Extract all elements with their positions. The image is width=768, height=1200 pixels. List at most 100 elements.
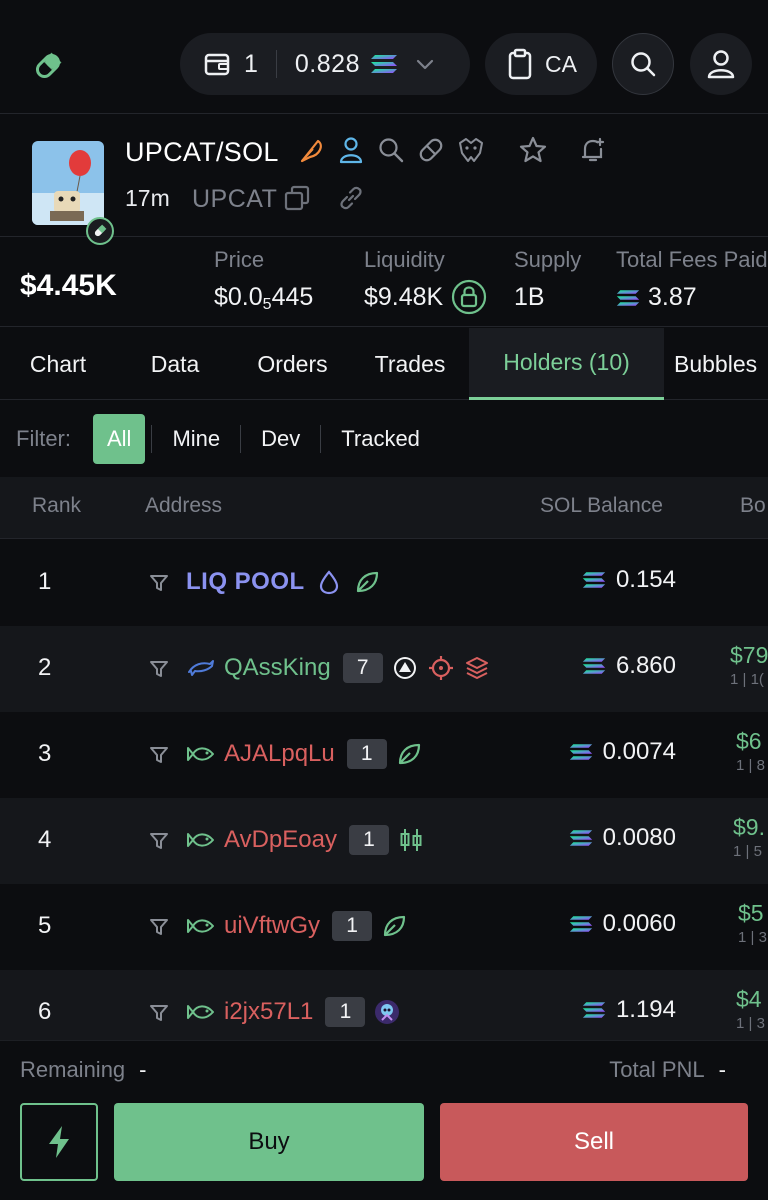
- search-icon[interactable]: [376, 135, 406, 165]
- crosshair-icon: [428, 656, 453, 680]
- bell-plus-icon[interactable]: [578, 135, 608, 165]
- price-stat: Price $0.05445: [214, 247, 313, 314]
- holder-address[interactable]: LIQ POOL: [186, 568, 305, 596]
- table-row[interactable]: 6 i2jx57L1 1 1.194 $4 1 | 3: [0, 970, 768, 1040]
- bought-value: $6: [736, 728, 762, 754]
- price-value: $0.05445: [214, 283, 313, 314]
- solana-icon: [582, 1002, 606, 1018]
- leaf-icon: [383, 915, 406, 937]
- table-row[interactable]: 5 uiVftwGy 1 0.0060 $5 1 | 3: [0, 884, 768, 970]
- tab-holders[interactable]: Holders (10): [469, 328, 664, 400]
- remaining-label: Remaining: [20, 1057, 126, 1082]
- tab-bar: Chart Data Orders Trades Holders (10) Bu…: [0, 328, 768, 400]
- remaining-stat: Remaining -: [20, 1057, 147, 1083]
- quick-buy-button[interactable]: [20, 1103, 98, 1181]
- holder-bought: $5 1 | 3: [738, 900, 767, 946]
- holders-table-body: 1 LIQ POOL 0.154 2 QAssKing 7 6.860 $79: [0, 540, 768, 1040]
- fees-value: 3.87: [648, 283, 697, 311]
- filter-mine[interactable]: Mine: [158, 414, 234, 464]
- copy-icon[interactable]: [282, 183, 312, 213]
- filter-label: Filter:: [16, 426, 71, 451]
- solana-icon: [616, 289, 640, 306]
- wallet-count-badge: 7: [342, 653, 383, 683]
- total-pnl-value: -: [718, 1057, 726, 1082]
- col-bought[interactable]: Bo: [740, 494, 766, 518]
- fish-icon: [187, 833, 214, 847]
- supply-label: Supply: [514, 247, 582, 272]
- tab-chart[interactable]: Chart: [0, 328, 116, 400]
- search-button[interactable]: [612, 33, 674, 95]
- sol-value: 6.860: [615, 652, 676, 679]
- holder-rank: 6: [38, 998, 52, 1025]
- star-icon[interactable]: [518, 135, 548, 165]
- table-row[interactable]: 3 AJALpqLu 1 0.0074 $6 1 | 8: [0, 712, 768, 798]
- copy-contract-address-button[interactable]: CA: [485, 33, 597, 95]
- holder-bought: $79 1 | 1(: [730, 642, 768, 688]
- water-drop-icon: [319, 570, 338, 595]
- token-action-icons: [296, 135, 608, 165]
- holder-bought: $4 1 | 3: [736, 986, 765, 1032]
- sol-value: 0.0060: [602, 910, 676, 937]
- profile-button[interactable]: [690, 33, 752, 95]
- holder-bought: $9. 1 | 5: [733, 814, 765, 860]
- eagle-icon[interactable]: [456, 135, 486, 165]
- tab-orders[interactable]: Orders: [234, 328, 351, 400]
- col-rank[interactable]: Rank: [32, 494, 81, 518]
- dev-user-icon[interactable]: [336, 135, 366, 165]
- pill-logo-icon[interactable]: [30, 48, 66, 84]
- feather-icon[interactable]: [296, 135, 326, 165]
- wallet-selector[interactable]: 1 0.828: [180, 33, 470, 95]
- holder-address[interactable]: AvDpEoay: [224, 826, 337, 854]
- table-row[interactable]: 1 LIQ POOL 0.154: [0, 540, 768, 626]
- bought-value: $5: [738, 900, 764, 926]
- liquidity-label: Liquidity: [364, 247, 445, 272]
- filter-icon[interactable]: [148, 916, 170, 938]
- link-icon[interactable]: [336, 183, 366, 213]
- tab-trades[interactable]: Trades: [351, 328, 469, 400]
- tab-data[interactable]: Data: [116, 328, 234, 400]
- solana-icon: [370, 55, 397, 73]
- table-row[interactable]: 4 AvDpEoay 1 0.0080 $9. 1 | 5: [0, 798, 768, 884]
- token-avatar[interactable]: [32, 141, 114, 245]
- layers-icon: [465, 657, 488, 679]
- user-icon: [707, 50, 735, 79]
- holder-address[interactable]: uiVftwGy: [224, 912, 320, 940]
- holder-rank: 4: [38, 826, 52, 853]
- filter-tracked[interactable]: Tracked: [327, 414, 434, 464]
- liquidity-value: $9.48K: [364, 282, 444, 311]
- filter-all[interactable]: All: [93, 414, 146, 464]
- buy-button[interactable]: Buy: [114, 1103, 424, 1181]
- fish-icon: [187, 919, 214, 933]
- wallet-count: 1: [244, 49, 258, 78]
- pill-icon[interactable]: [416, 135, 446, 165]
- bought-value: $9.: [733, 814, 765, 840]
- liquidity-stat: Liquidity $9.48K: [364, 247, 487, 315]
- col-address[interactable]: Address: [145, 494, 222, 518]
- filter-icon[interactable]: [148, 830, 170, 852]
- wallet-count-badge: 1: [346, 739, 387, 769]
- holder-address[interactable]: i2jx57L1: [224, 998, 313, 1026]
- wallet-count-badge: 1: [348, 825, 389, 855]
- filter-dev[interactable]: Dev: [247, 414, 314, 464]
- tab-bubbles[interactable]: Bubbles: [664, 328, 768, 400]
- holder-address[interactable]: QAssKing: [224, 654, 331, 682]
- dolphin-icon: [188, 660, 214, 676]
- bought-txns: 1 | 3: [736, 1015, 765, 1032]
- holder-rank: 1: [38, 568, 52, 595]
- token-age: 17m: [125, 185, 170, 211]
- sell-button[interactable]: Sell: [440, 1103, 748, 1181]
- trade-panel: Remaining - Total PNL - Buy Sell: [0, 1040, 768, 1200]
- token-stats: $4.45K Price $0.05445 Liquidity $9.48K S…: [0, 237, 768, 327]
- market-cap-value: $4.45K: [20, 269, 117, 302]
- sol-value: 0.154: [615, 566, 676, 593]
- holder-address[interactable]: AJALpqLu: [224, 740, 335, 768]
- solana-icon: [569, 916, 592, 932]
- col-sol-balance[interactable]: SOL Balance: [540, 494, 663, 518]
- filter-icon[interactable]: [148, 1002, 170, 1024]
- filter-icon[interactable]: [148, 744, 170, 766]
- filter-icon[interactable]: [148, 658, 170, 680]
- table-row[interactable]: 2 QAssKing 7 6.860 $79 1 | 1(: [0, 626, 768, 712]
- sol-value: 1.194: [615, 996, 676, 1023]
- supply-stat: Supply 1B: [514, 247, 581, 312]
- filter-icon[interactable]: [148, 572, 170, 594]
